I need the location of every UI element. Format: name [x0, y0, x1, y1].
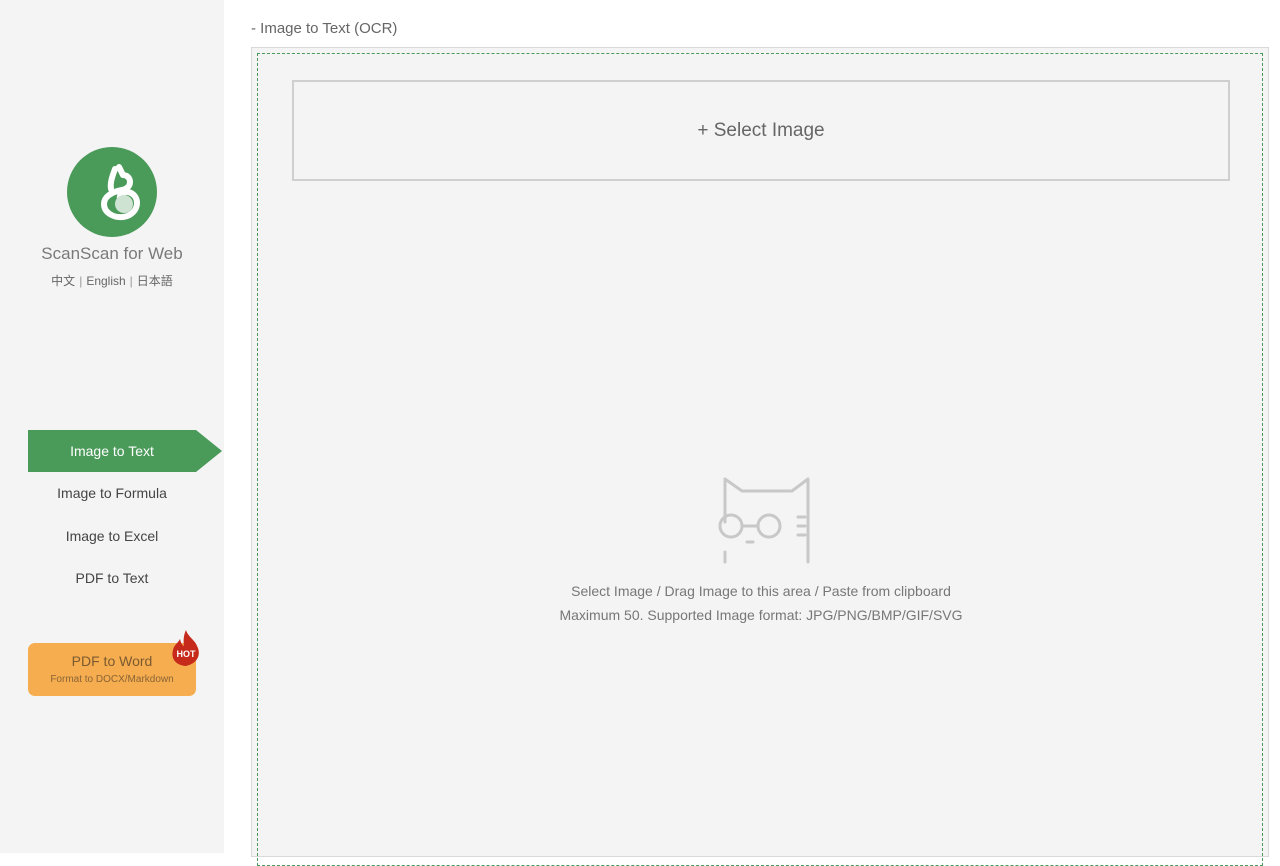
- nav-item-image-to-excel[interactable]: Image to Excel: [28, 515, 196, 557]
- lang-japanese[interactable]: 日本語: [137, 274, 173, 288]
- select-image-button[interactable]: + Select Image: [292, 80, 1230, 181]
- cat-with-glasses-icon: [718, 477, 810, 564]
- dropzone-hint-line1: Select Image / Drag Image to this area /…: [571, 583, 951, 599]
- hot-flame-icon: HOT: [172, 630, 199, 666]
- nav-item-image-to-formula[interactable]: Image to Formula: [28, 472, 196, 514]
- sidebar: ScanScan for Web 中文 | English | 日本語 Image to…: [0, 0, 224, 853]
- dropzone-hint-line2: Maximum 50. Supported Image format: JPG/…: [559, 607, 963, 623]
- lang-english[interactable]: English: [86, 274, 125, 288]
- app-name: ScanScan for Web: [41, 244, 183, 263]
- nav-item-image-to-text[interactable]: Image to Text: [28, 430, 222, 472]
- lang-chinese[interactable]: 中文: [51, 274, 75, 288]
- hot-badge-label: HOT: [177, 649, 197, 659]
- nav-item-pdf-to-text[interactable]: PDF to Text: [28, 557, 196, 599]
- lang-separator: |: [129, 274, 133, 288]
- lang-separator: |: [79, 274, 83, 288]
- promo-subtitle: Format to DOCX/Markdown: [50, 674, 174, 685]
- image-dropzone[interactable]: + Select Image Select Image / Drag Image…: [251, 47, 1269, 866]
- logo-container: [0, 147, 224, 237]
- page-title: - Image to Text (OCR): [251, 20, 398, 37]
- language-switcher: 中文 | English | 日本語: [0, 272, 224, 289]
- scanscan-logo-icon[interactable]: [67, 147, 157, 237]
